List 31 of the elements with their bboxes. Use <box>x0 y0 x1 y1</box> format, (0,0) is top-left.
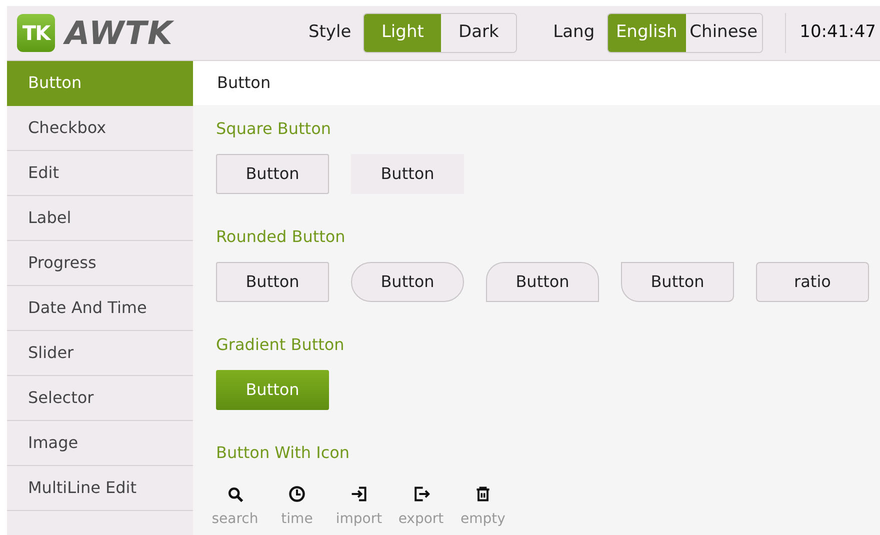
sidebar-item[interactable]: Date And Time <box>7 286 193 331</box>
sidebar-item[interactable]: Selector <box>7 376 193 421</box>
logo-badge: TK <box>17 14 55 52</box>
button[interactable]: Button <box>486 262 599 302</box>
sidebar-item[interactable]: Label <box>7 196 193 241</box>
button[interactable]: Button <box>216 262 329 302</box>
sidebar-item[interactable]: Progress <box>7 241 193 286</box>
import-icon <box>350 485 368 503</box>
search-icon <box>226 485 244 503</box>
page-title: Button <box>217 72 271 94</box>
sidebar-item[interactable]: Checkbox <box>7 106 193 151</box>
section-heading: Square Button <box>216 118 332 140</box>
logo-wordmark: AWTK <box>65 17 174 49</box>
sidebar-item[interactable]: Image <box>7 421 193 466</box>
export-icon <box>412 485 430 503</box>
button[interactable]: Button <box>216 154 329 194</box>
section-heading: Rounded Button <box>216 226 346 248</box>
field-label: Lang <box>553 21 595 44</box>
button[interactable]: Button <box>351 262 464 302</box>
sidebar-item[interactable]: Edit <box>7 151 193 196</box>
clock-icon <box>288 485 306 503</box>
button[interactable]: Button <box>351 154 464 194</box>
button[interactable]: ratio <box>756 262 869 302</box>
section-heading: Gradient Button <box>216 334 346 356</box>
field-label: Style <box>308 21 352 44</box>
button[interactable]: Button <box>621 262 734 302</box>
clock: 10:41:47 <box>800 21 876 44</box>
trash-icon <box>474 485 492 503</box>
sidebar-item[interactable]: MultiLine Edit <box>7 466 193 511</box>
section-heading: Button With Icon <box>216 442 351 464</box>
sidebar-item[interactable]: Slider <box>7 331 193 376</box>
